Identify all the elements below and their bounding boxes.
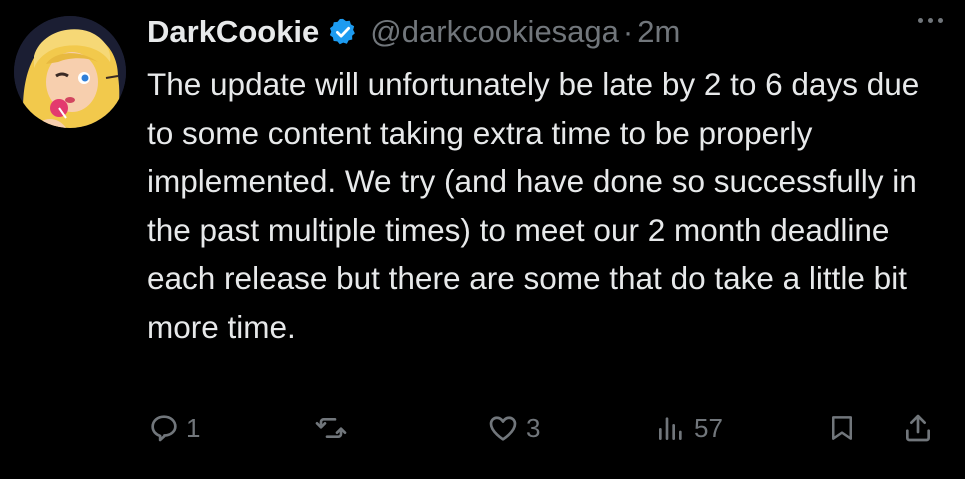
more-options-icon[interactable]	[918, 18, 943, 23]
author-display-name[interactable]: DarkCookie	[147, 14, 319, 50]
views-count: 57	[694, 412, 723, 443]
views-button[interactable]: 57	[654, 412, 723, 444]
reply-icon	[151, 415, 177, 442]
verified-badge-icon[interactable]	[328, 17, 358, 47]
share-button[interactable]	[902, 412, 934, 444]
bookmark-button[interactable]	[827, 412, 857, 444]
tweet-header: DarkCookie @darkcookiesaga · 2m	[147, 10, 943, 54]
avatar[interactable]	[14, 16, 126, 128]
tweet-content: DarkCookie @darkcookiesaga · 2m The upda…	[147, 10, 943, 351]
avatar-image	[14, 16, 126, 128]
tweet-actions: 1 3 57	[0, 412, 965, 456]
like-button[interactable]: 3	[486, 412, 540, 444]
header-separator: ·	[622, 14, 634, 49]
bookmark-icon	[832, 416, 852, 440]
share-icon	[906, 414, 930, 442]
views-icon	[659, 417, 682, 440]
like-icon	[489, 416, 517, 441]
retweet-icon	[315, 418, 347, 438]
tweet-timestamp[interactable]: 2m	[637, 14, 680, 50]
reply-count: 1	[186, 412, 201, 443]
reply-button[interactable]: 1	[148, 412, 200, 444]
retweet-button[interactable]	[314, 412, 354, 444]
tweet-text: The update will unfortunately be late by…	[147, 66, 920, 345]
like-count: 3	[526, 412, 541, 443]
tweet[interactable]: DarkCookie @darkcookiesaga · 2m The upda…	[0, 0, 965, 479]
author-handle[interactable]: @darkcookiesaga	[370, 14, 619, 50]
